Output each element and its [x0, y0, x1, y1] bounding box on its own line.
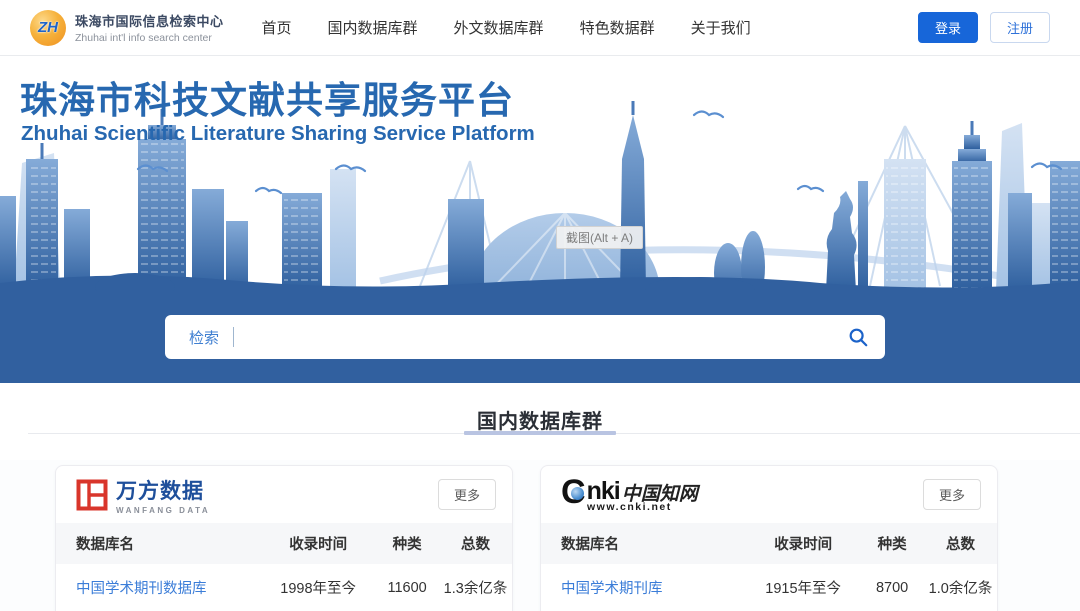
database-link[interactable]: 中国学术期刊库 — [561, 581, 663, 597]
col-header-db-name: 数据库名 — [541, 523, 746, 564]
search-input[interactable] — [234, 315, 831, 359]
col-header-coverage: 收录时间 — [746, 523, 860, 564]
search-band: 检索 — [0, 291, 1080, 383]
brand-title: 珠海市国际信息检索中心 — [75, 11, 224, 30]
col-header-types: 种类 — [860, 523, 924, 564]
cell-total: 1.0余亿条 — [924, 564, 997, 611]
cell-total: 1.3余亿条 — [439, 564, 512, 611]
wanfang-brand-name: 万方数据 — [116, 475, 210, 505]
site-logo[interactable]: ZH 珠海市国际信息检索中心 Zhuhai int'l info search … — [30, 10, 224, 46]
nav-item-home[interactable]: 首页 — [262, 17, 292, 38]
cnki-logo[interactable]: C nki 中国知网 www.cnki.net — [561, 475, 698, 515]
cnki-globe-icon — [571, 487, 584, 500]
cell-types: 8700 — [860, 564, 924, 611]
hero-banner: 珠海市科技文献共享服务平台 Zhuhai Scientific Literatu… — [0, 56, 1080, 291]
wanfang-more-button[interactable]: 更多 — [438, 479, 496, 510]
register-button[interactable]: 注册 — [990, 12, 1050, 43]
search-icon — [847, 326, 869, 348]
search-button[interactable] — [831, 315, 885, 359]
search-label: 检索 — [189, 327, 219, 348]
cnki-more-button[interactable]: 更多 — [923, 479, 981, 510]
col-header-total: 总数 — [439, 523, 512, 564]
col-header-total: 总数 — [924, 523, 997, 564]
wanfang-logo-icon — [76, 479, 108, 511]
col-header-db-name: 数据库名 — [56, 523, 261, 564]
wanfang-logo[interactable]: 万方数据 WANFANG DATA — [76, 475, 210, 515]
login-button[interactable]: 登录 — [918, 12, 978, 43]
cell-types: 11600 — [375, 564, 439, 611]
nav-item-domestic-databases[interactable]: 国内数据库群 — [328, 17, 418, 38]
table-row: 中国学术期刊数据库 1998年至今 11600 1.3余亿条 — [56, 564, 512, 611]
nav-item-foreign-databases[interactable]: 外文数据库群 — [454, 17, 544, 38]
section-title-underline — [464, 431, 616, 435]
platform-title: 珠海市科技文献共享服务平台 — [20, 70, 514, 124]
platform-subtitle: Zhuhai Scientific Literature Sharing Ser… — [21, 122, 535, 146]
wanfang-brand-sub: WANFANG DATA — [116, 506, 210, 515]
cell-coverage: 1915年至今 — [746, 564, 860, 611]
table-header-row: 数据库名 收录时间 种类 总数 — [541, 523, 997, 564]
screenshot-tooltip: 截图(Alt + A) — [556, 226, 643, 249]
table-row: 中国学术期刊库 1915年至今 8700 1.0余亿条 — [541, 564, 997, 611]
wanfang-card: 万方数据 WANFANG DATA 更多 数据库名 收录时间 种类 总数 — [55, 465, 513, 611]
section-title: 国内数据库群 — [0, 405, 1080, 434]
wanfang-database-table: 数据库名 收录时间 种类 总数 中国学术期刊数据库 1998年至今 11600 … — [56, 523, 512, 611]
col-header-coverage: 收录时间 — [261, 523, 375, 564]
database-link[interactable]: 中国学术期刊数据库 — [76, 581, 207, 597]
nav-item-special-databases[interactable]: 特色数据群 — [580, 17, 655, 38]
search-box[interactable]: 检索 — [165, 315, 885, 359]
nav-item-about-us[interactable]: 关于我们 — [691, 17, 751, 38]
domestic-databases-section: 国内数据库群 万方数据 WANFANG DATA 更多 — [0, 383, 1080, 611]
cnki-url: www.cnki.net — [587, 501, 672, 513]
cnki-card: C nki 中国知网 www.cnki.net 更多 数据库名 收录时间 种类 … — [540, 465, 998, 611]
table-header-row: 数据库名 收录时间 种类 总数 — [56, 523, 512, 564]
cnki-database-table: 数据库名 收录时间 种类 总数 中国学术期刊库 1915年至今 8700 1.0… — [541, 523, 997, 611]
zh-logo-icon: ZH — [30, 10, 66, 46]
cell-coverage: 1998年至今 — [261, 564, 375, 611]
main-nav: 首页 国内数据库群 外文数据库群 特色数据群 关于我们 — [262, 17, 751, 38]
col-header-types: 种类 — [375, 523, 439, 564]
brand-subtitle: Zhuhai int'l info search center — [75, 32, 224, 44]
top-bar: ZH 珠海市国际信息检索中心 Zhuhai int'l info search … — [0, 0, 1080, 56]
